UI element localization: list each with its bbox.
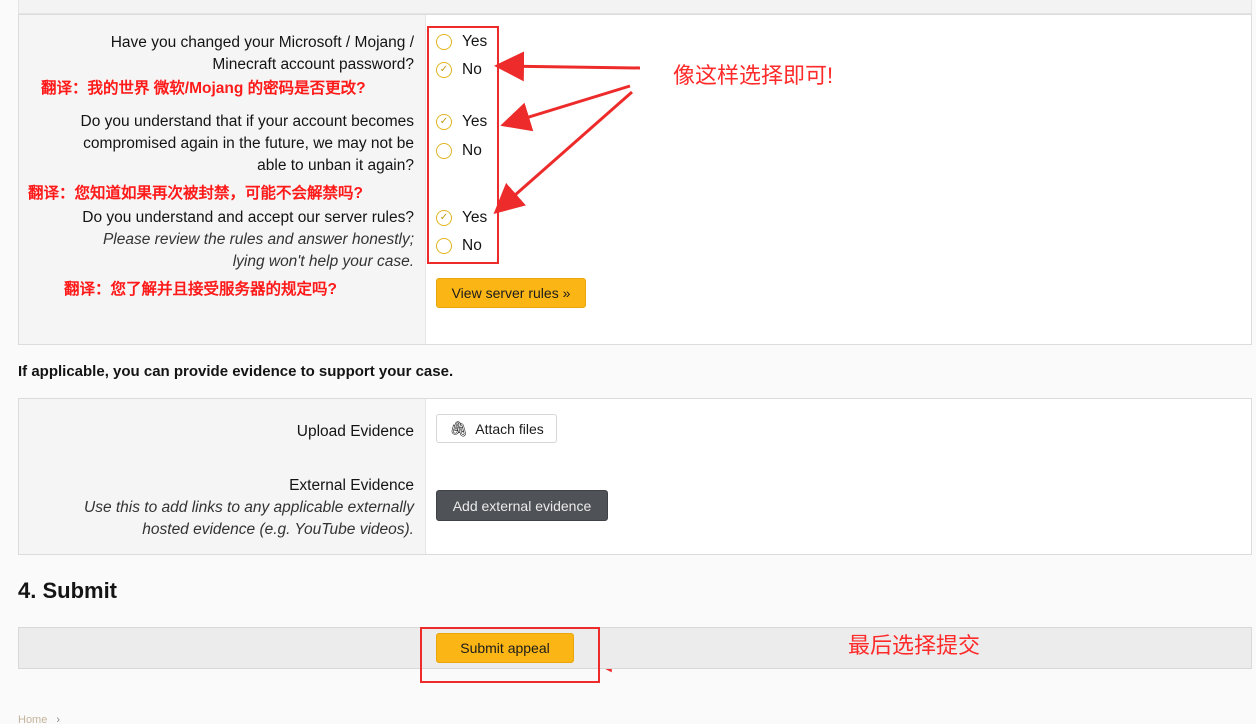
attach-files-button[interactable]: 🖇 Attach files: [436, 414, 557, 443]
view-server-rules-button[interactable]: View server rules »: [436, 278, 586, 308]
chevron-right-icon: ›: [56, 714, 61, 724]
translation-q2: 翻译：您知道如果再次被封禁，可能不会解禁吗?: [28, 185, 363, 202]
breadcrumb: Home ›: [18, 714, 60, 724]
question-compromise-label: Do you understand that if your account b…: [80, 113, 414, 174]
question-rules-label: Do you understand and accept our server …: [82, 209, 414, 270]
breadcrumb-home[interactable]: Home: [18, 714, 47, 724]
submit-highlight-box: [420, 627, 600, 683]
evidence-block: Upload Evidence External Evidence Use th…: [18, 398, 1252, 555]
radio-highlight-box: [427, 26, 499, 264]
annotation-submit: 最后选择提交: [848, 633, 981, 658]
add-external-evidence-button[interactable]: Add external evidence: [436, 490, 608, 521]
translation-q1: 翻译：我的世界 微软/Mojang 的密码是否更改?: [41, 80, 366, 97]
upload-evidence-label: Upload Evidence: [296, 423, 414, 440]
annotation-choose-like-this: 像这样选择即可!: [673, 63, 834, 88]
previous-section-edge: [18, 0, 1252, 14]
external-evidence-label: External Evidence Use this to add links …: [84, 477, 414, 538]
submit-bar: [18, 627, 1252, 669]
evidence-intro: If applicable, you can provide evidence …: [18, 363, 454, 380]
paperclip-icon: 🖇: [449, 420, 469, 438]
translation-q3: 翻译：您了解并且接受服务器的规定吗?: [64, 281, 337, 298]
submit-section-title: 4. Submit: [18, 578, 118, 603]
question-password-label: Have you changed your Microsoft / Mojang…: [110, 34, 414, 73]
